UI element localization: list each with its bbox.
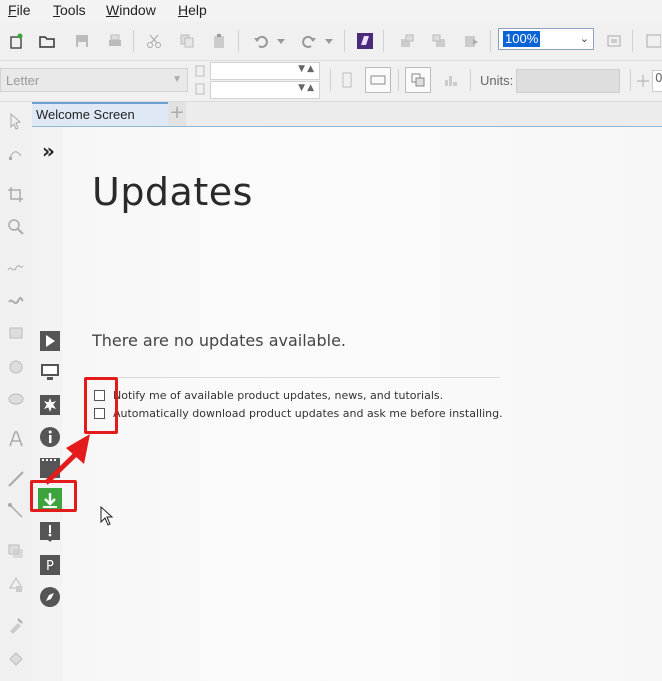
interactive-fill-tool-icon[interactable] bbox=[7, 650, 25, 668]
chevron-down-icon: ▼ bbox=[172, 74, 182, 85]
connector-tool-icon[interactable] bbox=[7, 502, 25, 520]
paste-icon[interactable] bbox=[210, 32, 228, 50]
page-height-icon bbox=[194, 82, 206, 96]
redo-dropdown-icon[interactable] bbox=[323, 32, 335, 50]
rectangle-tool-icon[interactable] bbox=[7, 324, 25, 342]
page-title: Updates bbox=[92, 170, 253, 214]
export-icon[interactable] bbox=[430, 32, 448, 50]
publish-pdf-icon[interactable] bbox=[462, 32, 480, 50]
pick-tool-icon[interactable] bbox=[7, 112, 25, 130]
document-tab-strip: Welcome Screen + bbox=[32, 102, 662, 127]
crop-tool-icon[interactable] bbox=[7, 186, 25, 204]
polygon-tool-icon[interactable] bbox=[7, 390, 25, 408]
toolbar-separator bbox=[632, 30, 633, 52]
updates-icon-highlight-box bbox=[30, 480, 77, 512]
cut-icon[interactable] bbox=[145, 32, 163, 50]
zoom-tool-icon[interactable] bbox=[7, 218, 25, 236]
auto-download-label: Automatically download product updates a… bbox=[113, 407, 503, 420]
checkboxes-highlight-box bbox=[84, 377, 118, 434]
copy-icon[interactable] bbox=[178, 32, 196, 50]
text-tool-icon[interactable] bbox=[7, 430, 25, 448]
toolbar-separator bbox=[470, 69, 471, 91]
landscape-icon[interactable] bbox=[365, 67, 391, 93]
nudge-distance-field[interactable]: 0 bbox=[652, 70, 662, 92]
notify-label: Notify me of available product updates, … bbox=[113, 389, 444, 402]
undo-icon[interactable] bbox=[252, 32, 270, 50]
hints-icon[interactable] bbox=[40, 522, 60, 542]
print-icon[interactable] bbox=[106, 32, 124, 50]
menu-bar: File Tools Window Help bbox=[0, 0, 662, 22]
spinner-icon[interactable]: ▼▲ bbox=[298, 64, 316, 74]
artistic-media-tool-icon[interactable] bbox=[7, 292, 25, 310]
zoom-level-select[interactable]: 100% ⌄ bbox=[498, 28, 594, 50]
menu-file[interactable]: File bbox=[8, 2, 31, 18]
toolbar-separator bbox=[383, 30, 384, 52]
spinner-icon[interactable]: ▼▲ bbox=[298, 83, 316, 93]
toolbar-separator bbox=[133, 30, 134, 52]
toolbox bbox=[0, 102, 33, 681]
workspace-icon[interactable] bbox=[40, 362, 60, 382]
menu-help[interactable]: Help bbox=[178, 2, 207, 18]
ellipse-tool-icon[interactable] bbox=[7, 358, 25, 376]
undo-dropdown-icon[interactable] bbox=[275, 32, 287, 50]
menu-tools[interactable]: Tools bbox=[53, 2, 86, 18]
update-status-text: There are no updates available. bbox=[92, 331, 346, 350]
whats-new-icon[interactable] bbox=[40, 395, 60, 415]
toolbar-separator bbox=[344, 30, 345, 52]
video-tutorials-icon[interactable] bbox=[40, 458, 60, 478]
current-page-icon[interactable] bbox=[442, 71, 460, 89]
units-label: Units: bbox=[480, 73, 514, 88]
zoom-level-value: 100% bbox=[503, 31, 541, 47]
menu-window[interactable]: Window bbox=[106, 2, 156, 18]
toolbar-separator bbox=[398, 69, 399, 91]
info-icon[interactable] bbox=[40, 427, 60, 447]
svg-text:P: P bbox=[46, 559, 54, 574]
mouse-cursor-icon bbox=[100, 506, 114, 526]
freehand-tool-icon[interactable] bbox=[7, 258, 25, 276]
shape-tool-icon[interactable] bbox=[7, 146, 25, 164]
toolbar-separator bbox=[238, 30, 239, 52]
transparency-tool-icon[interactable] bbox=[7, 576, 25, 594]
divider bbox=[92, 377, 500, 378]
options-icon[interactable] bbox=[644, 32, 662, 50]
drop-shadow-tool-icon[interactable] bbox=[7, 542, 25, 560]
redo-icon[interactable] bbox=[300, 32, 318, 50]
page-height-field[interactable]: ▼▲ bbox=[210, 81, 320, 99]
page-width-field[interactable]: ▼▲ bbox=[210, 62, 320, 80]
import-icon[interactable] bbox=[398, 32, 416, 50]
app-launcher-icon[interactable] bbox=[356, 32, 374, 50]
parallel-dimension-tool-icon[interactable] bbox=[7, 470, 25, 488]
add-tab-button[interactable]: + bbox=[168, 102, 186, 126]
paper-size-select[interactable]: Letter ▼ bbox=[0, 68, 188, 92]
nudge-icon bbox=[636, 72, 650, 90]
chevron-down-icon: ⌄ bbox=[579, 33, 589, 45]
page-width-icon bbox=[194, 64, 206, 78]
discovery-compass-icon[interactable] bbox=[40, 587, 60, 607]
units-select[interactable] bbox=[516, 69, 620, 93]
toolbar-separator bbox=[630, 69, 631, 91]
get-started-icon[interactable] bbox=[40, 331, 60, 351]
toolbar-separator bbox=[490, 30, 491, 52]
save-icon[interactable] bbox=[73, 32, 91, 50]
new-document-icon[interactable] bbox=[7, 32, 25, 50]
toolbar-separator bbox=[330, 69, 331, 91]
standard-toolbar: 100% ⌄ bbox=[0, 22, 662, 61]
paper-size-value: Letter bbox=[6, 73, 40, 88]
tab-welcome-screen[interactable]: Welcome Screen bbox=[32, 102, 168, 126]
purchase-icon[interactable]: P bbox=[40, 555, 60, 575]
eyedropper-tool-icon[interactable] bbox=[7, 616, 25, 634]
portrait-icon[interactable] bbox=[338, 71, 356, 89]
full-screen-preview-icon[interactable] bbox=[605, 32, 623, 50]
expand-nav-button[interactable]: » bbox=[42, 139, 55, 163]
property-bar: Letter ▼ ▼▲ ▼▲ Units: 0 bbox=[0, 61, 662, 102]
open-folder-icon[interactable] bbox=[38, 32, 56, 50]
all-pages-icon[interactable] bbox=[405, 67, 431, 93]
